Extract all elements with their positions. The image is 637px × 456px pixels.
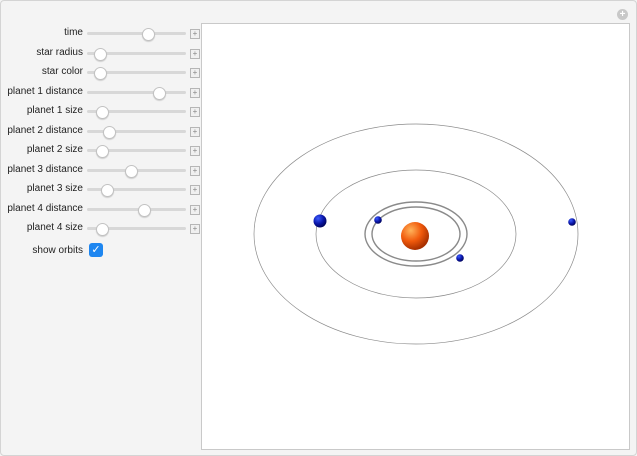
planet-3: [456, 254, 464, 262]
planet-1-size-slider-row: planet 1 size +: [1, 102, 201, 122]
planet-4-distance-slider[interactable]: [87, 203, 186, 217]
planet-3-size-slider[interactable]: [87, 184, 186, 197]
planet-2-distance-slider-thumb[interactable]: [102, 125, 116, 139]
plus-icon[interactable]: +: [190, 126, 200, 137]
plus-icon[interactable]: +: [190, 107, 200, 117]
star-radius-slider-thumb[interactable]: [93, 47, 107, 61]
plus-icon[interactable]: +: [190, 224, 200, 234]
planet-3-distance-slider[interactable]: [87, 164, 186, 178]
planet-2: [374, 216, 382, 224]
planet-3-size-label: planet 3 size: [26, 183, 83, 194]
planet-2-distance-slider[interactable]: [87, 125, 186, 139]
planet-3-size-slider-thumb[interactable]: [100, 184, 114, 197]
plus-icon[interactable]: +: [190, 165, 200, 176]
planet-1-size-slider[interactable]: [87, 106, 186, 119]
planet-1-distance-slider[interactable]: [87, 86, 186, 100]
app-frame: + time + star radius + star color + planet 1 d…: [0, 0, 637, 456]
plus-icon[interactable]: +: [190, 87, 200, 98]
reset-icon[interactable]: +: [617, 9, 628, 20]
time-label: time: [64, 27, 83, 38]
planet-1-distance-label: planet 1 distance: [7, 85, 83, 97]
planet-4-size-slider[interactable]: [87, 223, 186, 236]
planet-2-size-slider-row: planet 2 size +: [1, 141, 201, 161]
plus-icon[interactable]: +: [190, 146, 200, 156]
planet-3-distance-slider-row: planet 3 distance +: [1, 161, 201, 181]
show-orbits-checkbox[interactable]: ✓: [89, 242, 103, 257]
planet-1-size-slider-thumb[interactable]: [95, 106, 109, 119]
planet-2-size-slider-thumb[interactable]: [95, 145, 109, 158]
star-radius-slider[interactable]: [87, 47, 186, 61]
planet-2-distance-label: planet 2 distance: [7, 124, 83, 136]
show-orbits-label: show orbits: [32, 244, 83, 256]
planet-1-distance-slider-thumb[interactable]: [153, 86, 167, 100]
star-color-slider-thumb[interactable]: [93, 67, 107, 80]
check-icon: ✓: [91, 243, 101, 256]
star-color-slider-row: star color +: [1, 63, 201, 83]
time-slider-row: time +: [1, 24, 201, 44]
planet-4: [568, 218, 576, 226]
planet-2-size-label: planet 2 size: [26, 144, 83, 155]
plus-icon[interactable]: +: [190, 29, 200, 39]
planet-1-size-label: planet 1 size: [26, 105, 83, 116]
plus-icon[interactable]: +: [190, 68, 200, 78]
control-panel: time + star radius + star color + planet 1 dis…: [1, 24, 201, 263]
plus-icon[interactable]: +: [190, 48, 200, 59]
planet-3-size-slider-row: planet 3 size +: [1, 180, 201, 200]
star: [401, 222, 429, 250]
star-color-label: star color: [41, 66, 83, 77]
time-slider-thumb[interactable]: [142, 28, 156, 41]
planet-4-size-slider-thumb[interactable]: [95, 223, 109, 236]
planet-3-distance-slider-thumb[interactable]: [124, 164, 138, 178]
planet-4-distance-label: planet 4 distance: [7, 202, 83, 214]
planet-4-size-slider-row: planet 4 size +: [1, 219, 201, 239]
planet-1-distance-slider-row: planet 1 distance +: [1, 83, 201, 103]
time-slider[interactable]: [87, 28, 186, 41]
show-orbits-row: show orbits ✓: [1, 241, 201, 263]
star-radius-label: star radius: [36, 46, 83, 58]
solar-system-canvas[interactable]: [201, 23, 630, 450]
planet-2-distance-slider-row: planet 2 distance +: [1, 122, 201, 142]
planet-2-size-slider[interactable]: [87, 145, 186, 158]
plus-icon[interactable]: +: [190, 185, 200, 195]
planet-4-distance-slider-row: planet 4 distance +: [1, 200, 201, 220]
planet-4-distance-slider-thumb[interactable]: [138, 203, 152, 217]
planet-4-size-label: planet 4 size: [26, 222, 83, 233]
solar-system-plot: [253, 123, 579, 345]
plus-icon[interactable]: +: [190, 204, 200, 215]
star-radius-slider-row: star radius +: [1, 44, 201, 64]
planet-1: [313, 214, 327, 228]
star-color-slider[interactable]: [87, 67, 186, 80]
planet-3-distance-label: planet 3 distance: [7, 163, 83, 175]
